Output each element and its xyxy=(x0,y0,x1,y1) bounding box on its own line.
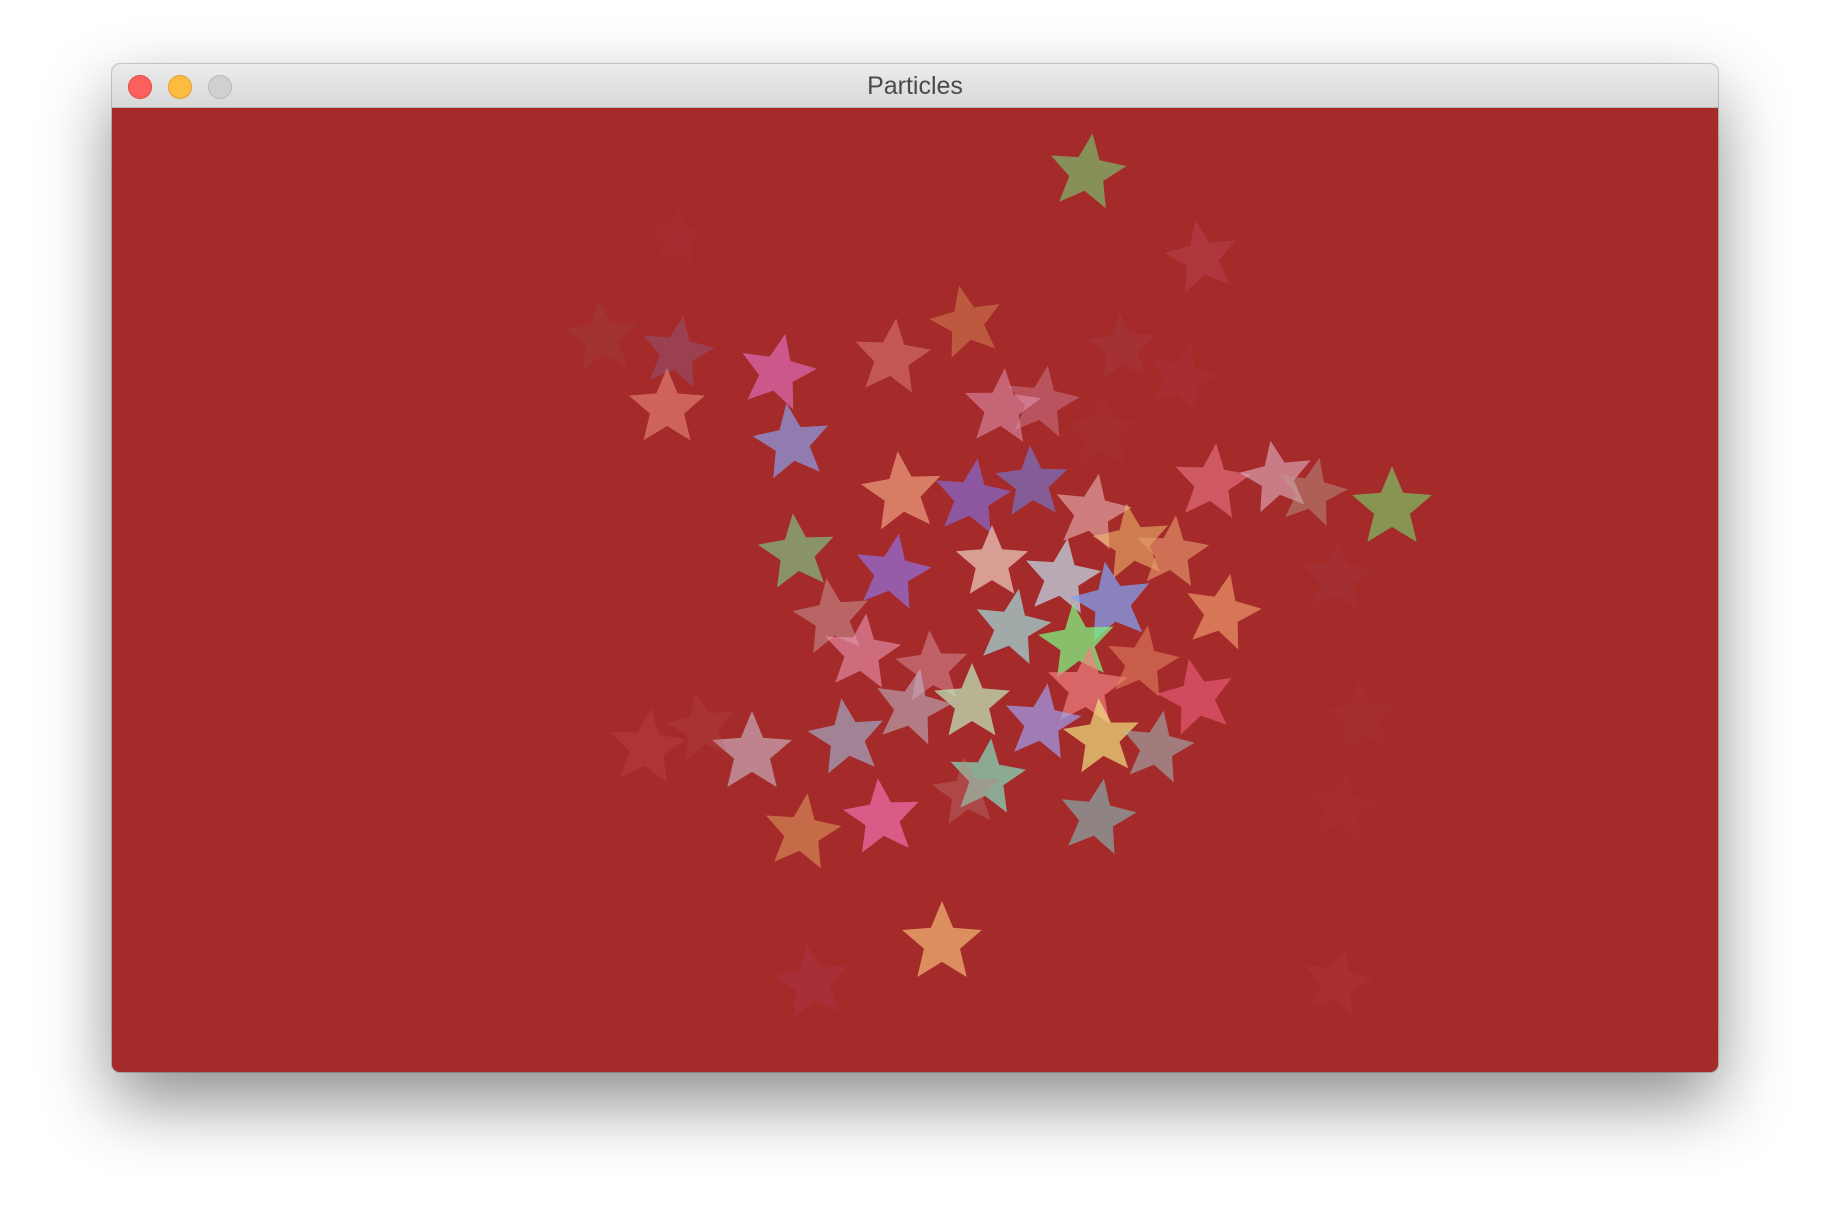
star-icon xyxy=(742,333,817,410)
star-icon xyxy=(666,692,734,761)
star-icon xyxy=(766,793,842,869)
star-icon xyxy=(902,901,982,977)
star-icon xyxy=(1157,658,1232,735)
star-icon xyxy=(1151,343,1218,412)
star-icon xyxy=(1305,947,1373,1016)
star-icon xyxy=(629,368,705,441)
star-icon xyxy=(955,525,1029,594)
star-icon xyxy=(1051,133,1127,209)
star-icon xyxy=(757,513,834,588)
star-icon xyxy=(1352,466,1432,542)
window-title: Particles xyxy=(867,72,963,100)
star-icon xyxy=(855,318,932,393)
star-icon xyxy=(1064,393,1140,466)
star-icon xyxy=(1164,220,1236,293)
title-bar[interactable]: Particles xyxy=(112,64,1718,108)
star-icon xyxy=(1187,573,1262,650)
star-icon xyxy=(1301,540,1374,610)
star-icon xyxy=(1175,443,1252,518)
star-icon xyxy=(1307,770,1380,842)
star-icon xyxy=(1087,312,1156,379)
star-icon xyxy=(936,458,1012,534)
star-icon xyxy=(772,943,848,1019)
star-icon xyxy=(643,315,715,388)
star-icon xyxy=(647,206,709,266)
star-icon xyxy=(1108,625,1180,697)
star-icon xyxy=(752,403,828,479)
star-icon xyxy=(929,285,1000,358)
particle-layer xyxy=(565,133,1551,1019)
star-icon xyxy=(860,451,941,530)
star-icon xyxy=(565,300,637,371)
star-icon xyxy=(807,698,883,774)
particle-canvas[interactable] xyxy=(112,108,1718,1072)
star-icon xyxy=(842,778,919,853)
star-icon xyxy=(856,533,932,609)
app-window: Particles xyxy=(112,64,1718,1072)
star-icon xyxy=(1087,890,1159,961)
star-icon xyxy=(610,708,687,783)
star-icon xyxy=(1493,418,1551,473)
star-icon xyxy=(1061,778,1137,854)
star-icon xyxy=(995,445,1068,515)
star-icon xyxy=(1323,678,1399,753)
